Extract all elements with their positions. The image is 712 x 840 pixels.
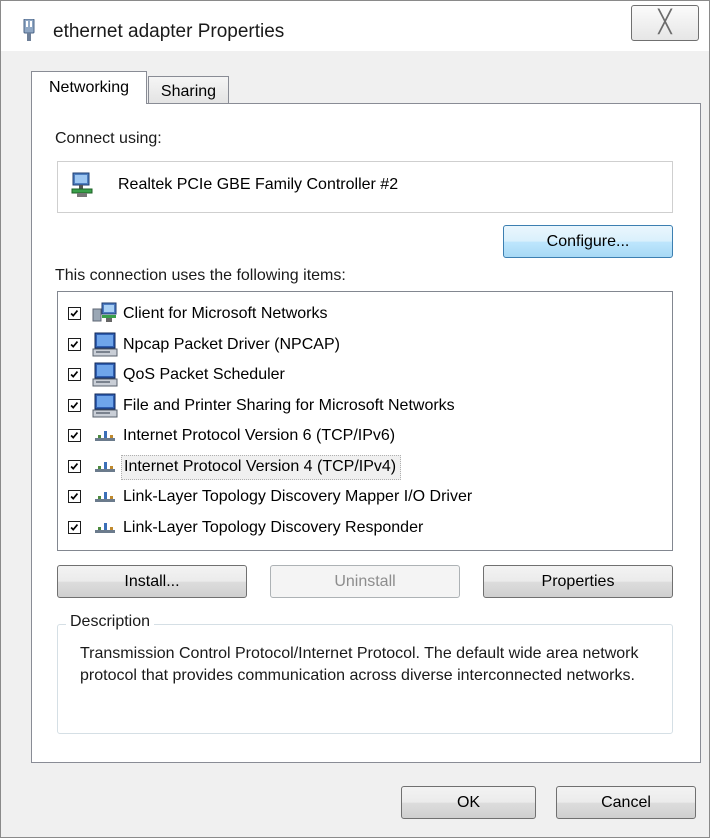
uninstall-button: Uninstall bbox=[270, 565, 460, 598]
item-label: Npcap Packet Driver (NPCAP) bbox=[123, 335, 340, 353]
list-item[interactable]: Link-Layer Topology Discovery Mapper I/O… bbox=[65, 483, 665, 511]
protocol-icon bbox=[91, 484, 119, 510]
properties-button[interactable]: Properties bbox=[483, 565, 673, 598]
items-label: This connection uses the following items… bbox=[55, 267, 346, 284]
item-label: Internet Protocol Version 6 (TCP/IPv6) bbox=[123, 427, 396, 444]
adapter-name: Realtek PCIe GBE Family Controller #2 bbox=[118, 176, 399, 193]
close-icon: ╳ bbox=[658, 9, 672, 34]
configure-button[interactable]: Configure... bbox=[503, 225, 673, 258]
tab-sharing[interactable]: Sharing bbox=[148, 76, 229, 104]
properties-dialog: ethernet adapter Properties ╳ Networking… bbox=[0, 0, 710, 838]
network-adapter-icon bbox=[71, 172, 93, 197]
tab-networking[interactable]: Networking bbox=[31, 71, 147, 104]
item-checkbox[interactable] bbox=[68, 459, 81, 473]
item-label: Internet Protocol Version 4 (TCP/IPv4) bbox=[121, 454, 402, 480]
service-computer-icon bbox=[91, 393, 119, 419]
install-button[interactable]: Install... bbox=[57, 565, 247, 598]
ok-button[interactable]: OK bbox=[401, 786, 536, 819]
item-label: Link-Layer Topology Discovery Mapper I/O… bbox=[123, 488, 473, 505]
service-computer-icon bbox=[91, 362, 119, 388]
item-label: Link-Layer Topology Discovery Responder bbox=[123, 518, 424, 536]
item-label: Client for Microsoft Networks bbox=[123, 305, 328, 322]
item-checkbox[interactable] bbox=[68, 520, 81, 534]
item-checkbox[interactable] bbox=[68, 368, 81, 381]
description-text: Transmission Control Protocol/Internet P… bbox=[80, 645, 639, 684]
description-legend: Description bbox=[66, 613, 155, 631]
list-item[interactable]: Internet Protocol Version 6 (TCP/IPv6) bbox=[65, 422, 665, 450]
list-item[interactable]: Link-Layer Topology Discovery Responder bbox=[65, 514, 665, 542]
service-computer-icon bbox=[91, 332, 119, 358]
connect-using-label: Connect using: bbox=[55, 130, 162, 147]
description-group: Description Transmission Control Protoco… bbox=[57, 613, 673, 734]
network-plug-icon bbox=[23, 19, 35, 41]
list-item[interactable]: Client for Microsoft Networks bbox=[65, 300, 665, 328]
protocol-icon bbox=[91, 454, 119, 480]
list-item[interactable]: QoS Packet Scheduler bbox=[65, 361, 665, 389]
cancel-button[interactable]: Cancel bbox=[556, 786, 696, 819]
items-list[interactable]: Client for Microsoft Networks Npcap Packe… bbox=[57, 291, 673, 551]
item-checkbox[interactable] bbox=[68, 490, 81, 503]
networking-tab-panel: Connect using: Realtek PCIe GBE Family C… bbox=[31, 103, 701, 763]
adapter-field: Realtek PCIe GBE Family Controller #2 bbox=[57, 161, 673, 213]
protocol-icon bbox=[91, 423, 119, 449]
network-client-icon bbox=[91, 301, 119, 327]
list-item[interactable]: File and Printer Sharing for Microsoft N… bbox=[65, 392, 665, 420]
title-bar: ethernet adapter Properties ╳ bbox=[1, 1, 709, 51]
item-checkbox[interactable] bbox=[68, 429, 81, 442]
window-title: ethernet adapter Properties bbox=[53, 21, 285, 42]
item-checkbox[interactable] bbox=[68, 307, 81, 320]
item-checkbox[interactable] bbox=[68, 398, 81, 412]
close-button[interactable]: ╳ bbox=[631, 5, 699, 41]
protocol-icon bbox=[91, 515, 119, 541]
list-item[interactable]: Internet Protocol Version 4 (TCP/IPv4) bbox=[65, 453, 665, 481]
list-item[interactable]: Npcap Packet Driver (NPCAP) bbox=[65, 331, 665, 359]
item-label: QoS Packet Scheduler bbox=[123, 366, 285, 383]
item-checkbox[interactable] bbox=[68, 337, 81, 351]
item-label: File and Printer Sharing for Microsoft N… bbox=[123, 396, 455, 414]
